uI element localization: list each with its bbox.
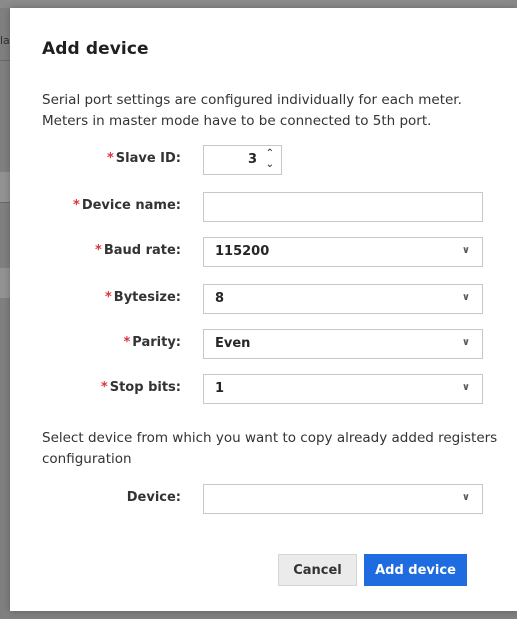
required-marker: * <box>100 380 108 395</box>
bytesize-row: * Bytesize: 8 ∨ <box>10 284 517 314</box>
required-marker: * <box>104 290 112 305</box>
cancel-button[interactable]: Cancel <box>278 554 357 586</box>
stepper-arrows-icon[interactable]: ⌃ ⌄ <box>266 148 274 170</box>
add-device-button[interactable]: Add device <box>364 554 467 586</box>
slave-id-value: 3 <box>247 152 257 167</box>
device-row: Device: ∨ <box>10 484 517 514</box>
stop-bits-row: * Stop bits: 1 ∨ <box>10 374 517 404</box>
device-select[interactable]: ∨ <box>203 484 483 514</box>
required-marker: * <box>95 243 102 258</box>
backdrop-row <box>0 172 10 202</box>
copy-config-note: Select device from which you want to cop… <box>42 430 498 467</box>
required-marker: * <box>123 335 131 350</box>
chevron-down-icon: ∨ <box>461 292 470 303</box>
backdrop-row <box>0 268 10 298</box>
bytesize-select[interactable]: 8 ∨ <box>203 284 483 314</box>
dialog-title: Add device <box>42 39 149 59</box>
baud-rate-label: * Baud rate: <box>95 243 181 258</box>
slave-id-stepper[interactable]: 3 ⌃ ⌄ <box>203 145 282 175</box>
chevron-down-icon: ∨ <box>461 382 470 393</box>
parity-value: Even <box>215 336 251 351</box>
baud-rate-value: 115200 <box>215 244 270 259</box>
slave-id-row: * Slave ID: 3 ⌃ ⌄ <box>10 145 517 175</box>
backdrop-divider <box>0 60 10 61</box>
backdrop-divider <box>0 202 10 203</box>
stop-bits-select[interactable]: 1 ∨ <box>203 374 483 404</box>
bytesize-label: * Bytesize: <box>104 290 181 305</box>
chevron-down-icon: ∨ <box>461 337 470 348</box>
device-label: Device: <box>126 490 181 505</box>
device-name-row: * Device name: <box>10 192 517 222</box>
add-device-dialog: Add device Serial port settings are conf… <box>10 8 517 611</box>
chevron-down-icon: ∨ <box>461 492 470 503</box>
parity-select[interactable]: Even ∨ <box>203 329 483 359</box>
backdrop-text: la <box>0 34 10 47</box>
device-name-input[interactable] <box>203 192 483 222</box>
chevron-down-icon: ∨ <box>461 245 470 256</box>
required-marker: * <box>106 151 114 166</box>
backdrop-strip <box>0 0 517 8</box>
baud-rate-select[interactable]: 115200 ∨ <box>203 237 483 267</box>
required-marker: * <box>73 198 80 213</box>
baud-rate-row: * Baud rate: 115200 ∨ <box>10 237 517 267</box>
device-name-label: * Device name: <box>73 198 181 213</box>
parity-label: * Parity: <box>123 335 181 350</box>
dialog-intro-text: Serial port settings are configured indi… <box>42 92 462 129</box>
bytesize-value: 8 <box>215 291 225 306</box>
stop-bits-value: 1 <box>215 381 225 396</box>
slave-id-label: * Slave ID: <box>106 151 181 166</box>
parity-row: * Parity: Even ∨ <box>10 329 517 359</box>
stop-bits-label: * Stop bits: <box>100 380 181 395</box>
